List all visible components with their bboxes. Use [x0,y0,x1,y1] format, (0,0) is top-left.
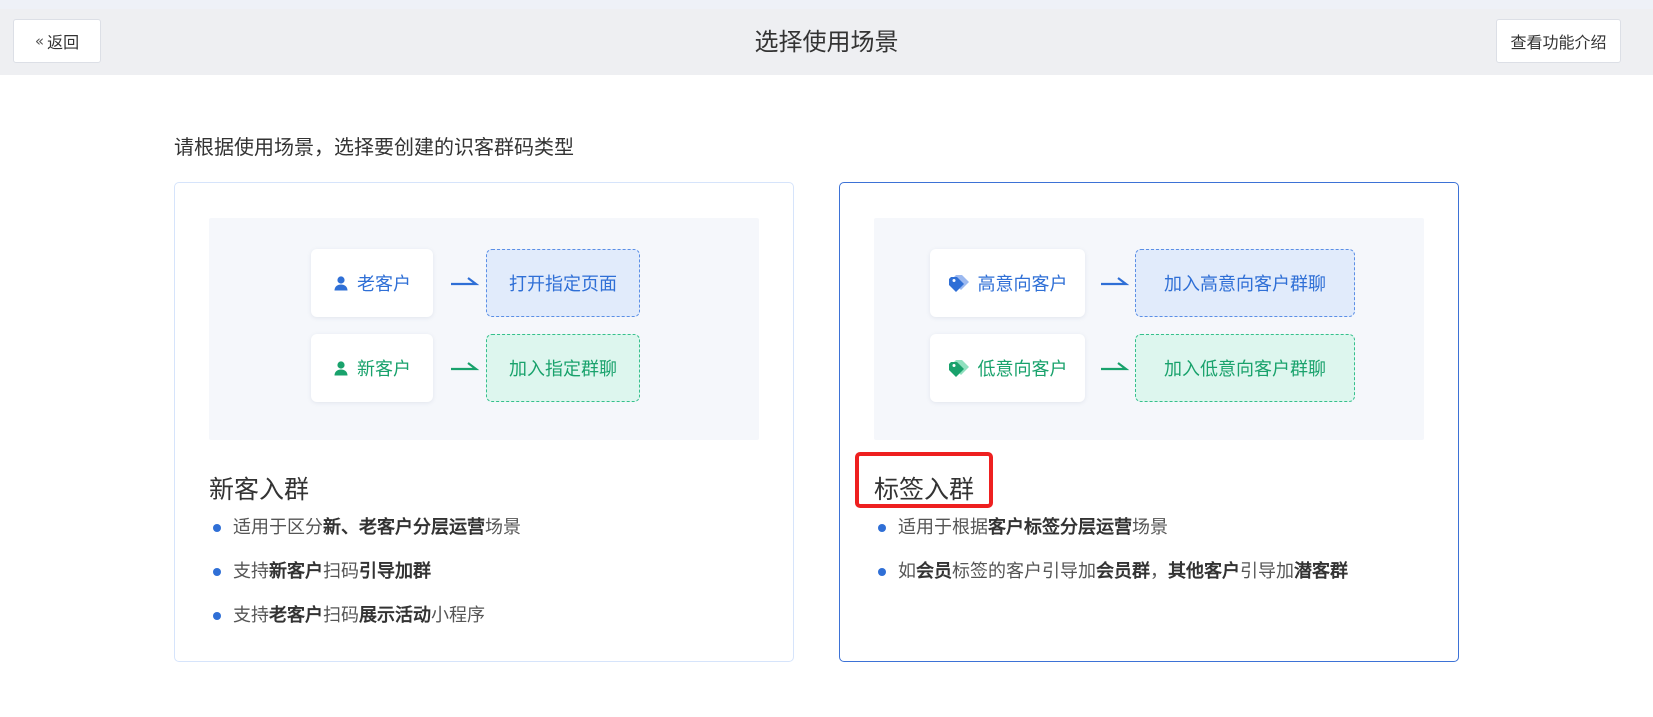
flow-illustration: 高意向客户 加入高意向客户群聊 低意向客户 加入低意向客户群聊 [874,218,1424,440]
arrow-right-icon [1101,362,1130,371]
feature-text: 如会员标签的客户引导加会员群，其他客户引导加潜客群 [898,560,1348,604]
feature-item: 支持新客户扫码引导加群 [213,560,521,604]
feature-text-run: 场景 [1132,517,1168,538]
feature-item: 适用于根据客户标签分层运营场景 [878,516,1348,560]
scenario-card-tag[interactable]: 高意向客户 加入高意向客户群聊 低意向客户 加入低意向客户群聊 标签入群 适用于… [839,182,1459,662]
feature-text-run: 扫码 [323,561,359,582]
feature-text-bold: 潜客群 [1294,561,1348,582]
feature-item: 支持老客户扫码展示活动小程序 [213,604,521,648]
feature-item: 适用于区分新、老客户分层运营场景 [213,516,521,560]
target-box: 加入高意向客户群聊 [1135,249,1355,317]
scenario-card-new-customer[interactable]: 老客户 打开指定页面 新客户 加入指定群聊 新客入群 适用于区分新、老客户分层运… [174,182,794,662]
feature-text-run: 支持 [233,561,269,582]
selection-highlight-box [855,452,993,508]
feature-text-run: 适用于根据 [898,517,988,538]
feature-text-run: 支持 [233,605,269,626]
feature-text-bold: 引导加群 [359,561,431,582]
feature-text-bold: 其他客户 [1168,561,1240,582]
feature-text-run: ， [1150,561,1168,582]
view-intro-button[interactable]: 查看功能介绍 [1496,19,1621,63]
flow-illustration: 老客户 打开指定页面 新客户 加入指定群聊 [209,218,759,440]
bullet-dot-icon [878,568,886,576]
feature-text: 适用于区分新、老客户分层运营场景 [233,516,521,560]
feature-text-run: 如 [898,561,916,582]
source-label: 新客户 [357,359,411,380]
feature-list: 适用于根据客户标签分层运营场景 如会员标签的客户引导加会员群，其他客户引导加潜客群 [878,516,1348,604]
source-label: 高意向客户 [977,274,1068,295]
feature-item: 如会员标签的客户引导加会员群，其他客户引导加潜客群 [878,560,1348,604]
bullet-dot-icon [213,524,221,532]
feature-text-bold: 展示活动 [359,605,431,626]
user-icon [333,275,349,291]
top-strip [0,0,1653,9]
arrow-right-icon [451,362,480,371]
feature-text-bold: 会员 [916,561,952,582]
feature-text-run: 适用于区分 [233,517,323,538]
source-pill: 新客户 [311,334,433,402]
feature-text-run: 扫码 [323,605,359,626]
bullet-dot-icon [213,612,221,620]
card-title: 新客入群 [209,475,310,504]
page-title: 选择使用场景 [754,28,899,56]
feature-text: 支持老客户扫码展示活动小程序 [233,604,485,648]
source-pill: 高意向客户 [930,249,1085,317]
source-label: 低意向客户 [977,359,1068,380]
feature-list: 适用于区分新、老客户分层运营场景 支持新客户扫码引导加群 支持老客户扫码展示活动小程… [213,516,521,648]
feature-text: 支持新客户扫码引导加群 [233,560,431,604]
feature-text: 适用于根据客户标签分层运营场景 [898,516,1168,560]
page-subtitle: 请根据使用场景，选择要创建的识客群码类型 [174,135,574,159]
feature-text-bold: 老客户 [269,605,323,626]
bullet-dot-icon [213,568,221,576]
feature-text-bold: 新客户 [269,561,323,582]
feature-text-bold: 客户标签分层运营 [988,517,1132,538]
arrow-right-icon [1101,277,1130,286]
arrow-right-icon [451,277,480,286]
source-label: 老客户 [357,274,411,295]
user-icon [333,360,349,376]
feature-text-run: 标签的客户引导加 [952,561,1096,582]
feature-text-run: 场景 [485,517,521,538]
tag-icon [948,359,970,377]
bullet-dot-icon [878,524,886,532]
tag-icon [948,274,970,292]
target-box: 加入指定群聊 [486,334,640,402]
target-box: 打开指定页面 [486,249,640,317]
feature-text-run: 小程序 [431,605,485,626]
feature-text-bold: 新、老客户分层运营 [323,517,485,538]
source-pill: 低意向客户 [930,334,1085,402]
feature-text-bold: 会员群 [1096,561,1150,582]
target-box: 加入低意向客户群聊 [1135,334,1355,402]
feature-text-run: 引导加 [1240,561,1294,582]
source-pill: 老客户 [311,249,433,317]
